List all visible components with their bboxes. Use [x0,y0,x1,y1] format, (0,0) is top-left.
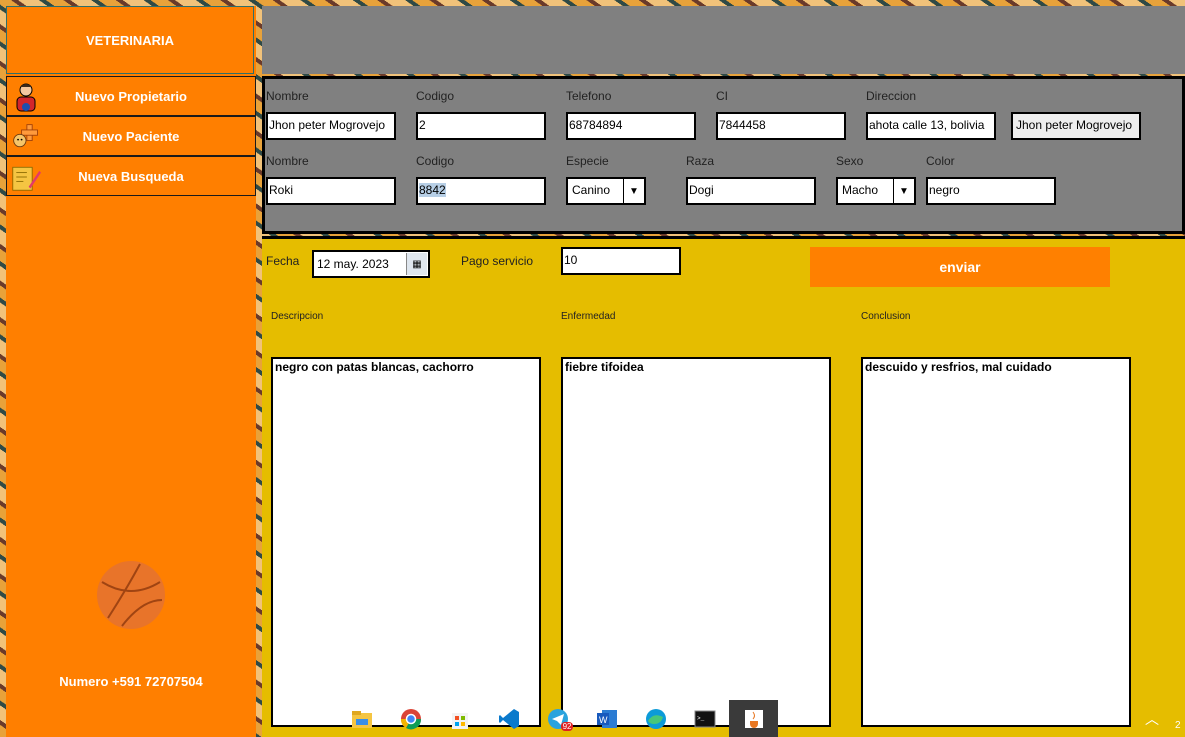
pago-label: Pago servicio [461,254,534,268]
owner-ci-input[interactable]: 7844458 [716,112,846,140]
telegram-icon[interactable]: 92 [534,700,583,737]
service-panel: Fecha 12 may. 2023 ▦ Pago servicio 10 en… [262,236,1185,737]
sidebar: VETERINARIA Nuevo Propietario Nuevo Paci… [6,6,256,737]
enviar-button[interactable]: enviar [810,247,1110,287]
pet-color-input[interactable]: negro [926,177,1056,205]
taskbar: 92 W >_ [338,700,779,737]
app-title: VETERINARIA [6,6,254,74]
pet-raza-input[interactable]: Dogi [686,177,816,205]
store-icon[interactable] [436,700,485,737]
descripcion-textarea[interactable]: negro con patas blancas, cachorro [271,357,541,727]
owner-nombre-label: Nombre [266,89,309,103]
menu-nueva-busqueda[interactable]: Nueva Busqueda [6,156,256,196]
descripcion-label: Descripcion [271,311,324,322]
conclusion-textarea[interactable]: descuido y resfrios, mal cuidado [861,357,1131,727]
owner-codigo-label: Codigo [416,89,455,103]
file-explorer-icon[interactable] [338,700,387,737]
form-panel: Nombre Codigo Telefono CI Direccion Jhon… [262,76,1185,234]
owner-direccion-input[interactable]: ahota calle 13, bolivia [866,112,996,140]
calendar-icon[interactable]: ▦ [406,253,427,275]
pet-especie-label: Especie [566,154,609,168]
vscode-icon[interactable] [485,700,534,737]
pet-nombre-input[interactable]: Roki [266,177,396,205]
pago-input[interactable]: 10 [561,247,681,275]
selected-text: 8842 [419,183,446,197]
pet-especie-select[interactable]: Canino ▼ [566,177,646,205]
menu-nuevo-propietario[interactable]: Nuevo Propietario [6,76,256,116]
owner-ci-label: CI [716,89,728,103]
owner-direccion-label: Direccion [866,89,917,103]
terminal-icon[interactable]: >_ [680,700,729,737]
conclusion-label: Conclusion [861,311,911,322]
svg-text:>_: >_ [697,715,705,722]
menu-label: Nueva Busqueda [78,168,184,184]
owner-telefono-label: Telefono [566,89,612,103]
enfermedad-textarea[interactable]: fiebre tifoidea [561,357,831,727]
pet-sexo-select[interactable]: Macho ▼ [836,177,916,205]
pet-codigo-input[interactable]: 8842 [416,177,546,205]
menu-nuevo-paciente[interactable]: Nuevo Paciente [6,116,256,156]
search-notes-icon [12,166,41,191]
menu-label: Nuevo Paciente [82,128,180,144]
owner-codigo-input[interactable]: 2 [416,112,546,140]
owner-select-button[interactable]: Jhon peter Mogrovejo [1011,112,1141,140]
owner-icon [16,83,36,112]
pet-raza-label: Raza [686,154,715,168]
tray-text: 2 [1175,720,1181,731]
header-bar [262,6,1185,74]
pet-nombre-label: Nombre [266,154,309,168]
pet-add-icon [13,124,38,148]
chevron-down-icon[interactable]: ▼ [623,179,644,203]
sexo-value: Macho [842,183,879,197]
footer-phone: Numero +591 72707504 [59,674,203,689]
chevron-up-icon[interactable]: ︿ [1145,709,1159,729]
pet-sexo-label: Sexo [836,154,864,168]
chevron-down-icon[interactable]: ▼ [893,179,914,203]
fecha-date-picker[interactable]: 12 may. 2023 ▦ [312,250,430,278]
edge-icon[interactable] [631,700,680,737]
pet-codigo-label: Codigo [416,154,455,168]
chrome-icon[interactable] [387,700,436,737]
menu-label: Nuevo Propietario [75,88,187,104]
fecha-label: Fecha [266,254,300,268]
enfermedad-label: Enfermedad [561,311,616,322]
java-icon[interactable] [729,700,779,737]
svg-text:W: W [599,715,608,725]
pet-color-label: Color [926,154,955,168]
word-icon[interactable]: W [582,700,631,737]
basketball-icon [97,561,165,629]
telegram-badge: 92 [560,722,574,731]
fecha-value: 12 may. 2023 [317,257,389,271]
especie-value: Canino [572,183,611,197]
owner-telefono-input[interactable]: 68784894 [566,112,696,140]
owner-nombre-input[interactable]: Jhon peter Mogrovejo [266,112,396,140]
